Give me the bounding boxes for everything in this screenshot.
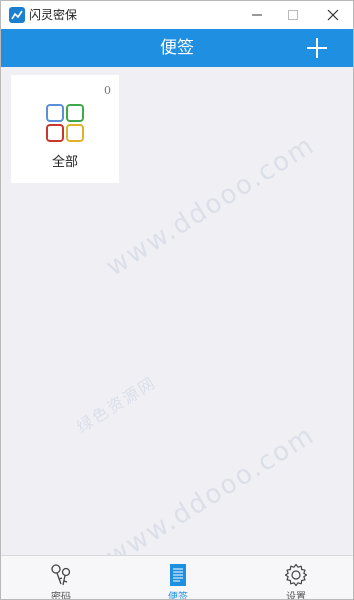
nav-item-passwords[interactable]: 密码 bbox=[21, 556, 101, 600]
page-title: 便签 bbox=[160, 38, 194, 58]
close-button[interactable] bbox=[315, 1, 351, 29]
category-card-all[interactable]: 0 全部 bbox=[11, 75, 119, 183]
bottom-nav: 密码 便签 设置 bbox=[1, 555, 353, 600]
nav-label: 便签 bbox=[168, 592, 188, 600]
nav-label: 设置 bbox=[286, 592, 306, 600]
watermark-text: www.ddooo.com bbox=[101, 129, 321, 283]
notes-icon bbox=[166, 563, 190, 587]
gear-icon bbox=[284, 563, 308, 587]
nav-item-notes[interactable]: 便签 bbox=[138, 556, 218, 600]
notes-content-area: 0 全部 www.ddooo.com 绿色资源网 www.ddooo.com bbox=[1, 67, 353, 572]
category-label: 全部 bbox=[51, 155, 78, 170]
nav-label: 密码 bbox=[51, 592, 71, 600]
add-note-button[interactable] bbox=[305, 36, 329, 60]
close-icon bbox=[327, 9, 339, 21]
maximize-icon bbox=[288, 10, 298, 20]
grid-icon bbox=[46, 104, 84, 142]
watermark-text: 绿色资源网 bbox=[73, 372, 160, 437]
app-window: 闪灵密保 便签 0 全部 www.ddooo.com 绿色资源网 www.ddo… bbox=[0, 0, 354, 600]
nav-item-settings[interactable]: 设置 bbox=[256, 556, 336, 600]
title-bar[interactable]: 闪灵密保 bbox=[1, 1, 353, 29]
window-title: 闪灵密保 bbox=[29, 8, 78, 22]
keys-icon bbox=[49, 563, 73, 587]
watermark-text: www.ddooo.com bbox=[101, 419, 321, 573]
minimize-button[interactable] bbox=[239, 1, 275, 29]
app-logo-icon bbox=[9, 7, 25, 23]
category-count: 0 bbox=[104, 84, 111, 97]
app-header: 便签 bbox=[1, 29, 353, 67]
minimize-icon bbox=[252, 14, 262, 16]
plus-icon bbox=[307, 38, 327, 58]
maximize-button[interactable] bbox=[275, 1, 311, 29]
